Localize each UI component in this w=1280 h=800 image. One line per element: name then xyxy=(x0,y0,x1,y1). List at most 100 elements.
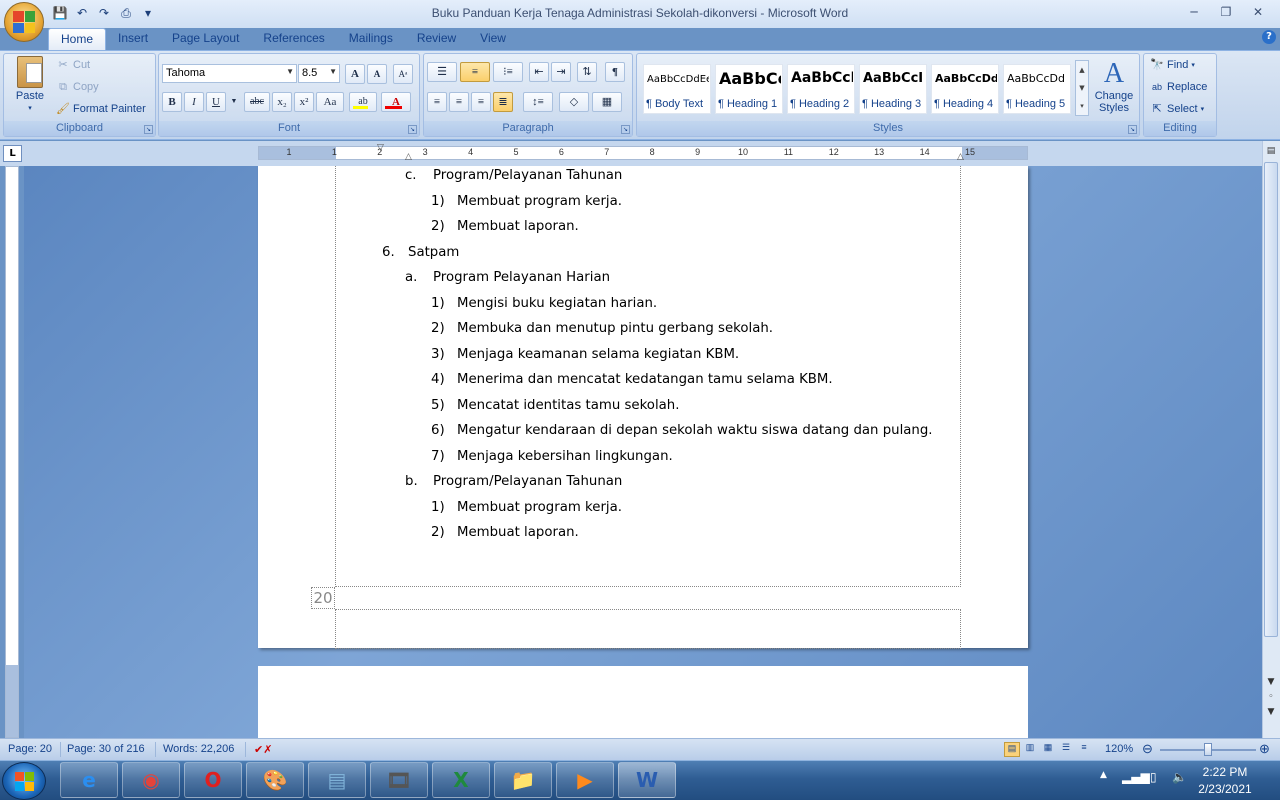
paragraph-launcher-icon[interactable]: ↘ xyxy=(621,125,630,134)
replace-button[interactable]: ab Replace xyxy=(1150,80,1207,94)
print-layout-icon[interactable]: ▤ xyxy=(1004,742,1020,757)
bullets-icon[interactable]: ☰ xyxy=(427,62,457,82)
sort-icon[interactable]: ⇅ xyxy=(577,62,597,82)
increase-indent-icon[interactable]: ⇥ xyxy=(551,62,571,82)
right-indent-icon[interactable]: △ xyxy=(957,152,964,162)
hanging-indent-icon[interactable]: △ xyxy=(405,152,412,162)
shrink-font-button[interactable]: A xyxy=(367,64,387,84)
document-page[interactable]: 20 c. Program/Pelayanan Tahunan 1) Membuat … xyxy=(258,166,1028,649)
font-size-combo[interactable]: 8.5 ▼ xyxy=(298,64,340,83)
start-button[interactable] xyxy=(2,762,46,800)
change-styles-button[interactable]: A Change Styles xyxy=(1091,58,1137,114)
style-heading-4[interactable]: AaBbCcDd ¶ Heading 4 xyxy=(931,64,999,114)
status-page[interactable]: Page: 20 xyxy=(8,743,52,755)
copy-button[interactable]: ⧉ Copy xyxy=(56,80,99,94)
proofing-icon[interactable]: ✔✗ xyxy=(254,743,272,756)
subscript-button[interactable]: x₂ xyxy=(272,92,292,112)
zoom-in-icon[interactable]: ⊕ xyxy=(1259,741,1270,757)
format-painter-button[interactable]: 🖌 Format Painter xyxy=(56,102,146,116)
taskbar-paint-button[interactable]: 🎨 xyxy=(246,762,304,798)
taskbar-media-button[interactable]: 🎞 xyxy=(370,762,428,798)
taskbar-folder-button[interactable]: 📁 xyxy=(494,762,552,798)
taskbar-chrome-button[interactable]: ◉ xyxy=(122,762,180,798)
cut-button[interactable]: ✂ Cut xyxy=(56,58,90,72)
clipboard-launcher-icon[interactable]: ↘ xyxy=(144,125,153,134)
vertical-ruler[interactable] xyxy=(5,166,19,738)
maximize-icon[interactable]: ❐ xyxy=(1214,4,1238,20)
multilevel-list-icon[interactable]: ⁝≡ xyxy=(493,62,523,82)
tab-insert[interactable]: Insert xyxy=(106,28,160,50)
status-page-of[interactable]: Page: 30 of 216 xyxy=(67,743,145,755)
office-button[interactable] xyxy=(4,2,44,42)
battery-icon[interactable]: ▯ xyxy=(1150,770,1157,784)
align-center-icon[interactable]: ≡ xyxy=(449,92,469,112)
styles-gallery-scroll[interactable]: ▲ ▼ ▾ xyxy=(1075,60,1089,116)
taskbar-excel-button[interactable]: X xyxy=(432,762,490,798)
tab-page-layout[interactable]: Page Layout xyxy=(160,28,251,50)
zoom-level[interactable]: 120% xyxy=(1105,743,1133,755)
paste-button[interactable]: Paste ▾ xyxy=(10,56,50,112)
shading-icon[interactable]: ◇ xyxy=(559,92,589,112)
scroll-nav-buttons[interactable]: ▼ ◦ ▼ xyxy=(1264,675,1278,720)
document-page-next[interactable] xyxy=(258,666,1028,738)
underline-button[interactable]: U xyxy=(206,92,226,112)
scrollbar-thumb[interactable] xyxy=(1264,162,1278,637)
full-screen-reading-icon[interactable]: ▥ xyxy=(1022,742,1038,757)
tab-view[interactable]: View xyxy=(468,28,518,50)
change-case-button[interactable]: Aa xyxy=(316,92,344,112)
numbering-icon[interactable]: ≡ xyxy=(460,62,490,82)
taskbar-word-button[interactable]: W xyxy=(618,762,676,798)
justify-icon[interactable]: ≣ xyxy=(493,92,513,112)
show-hide-pilcrow-icon[interactable]: ¶ xyxy=(605,62,625,82)
style-heading-5[interactable]: AaBbCcDd ¶ Heading 5 xyxy=(1003,64,1071,114)
superscript-button[interactable]: x² xyxy=(294,92,314,112)
tab-home[interactable]: Home xyxy=(48,28,107,50)
find-button[interactable]: 🔭 Find ▾ xyxy=(1150,58,1195,72)
draft-icon[interactable]: ≡ xyxy=(1076,742,1092,757)
chevron-down-icon[interactable]: ▼ xyxy=(228,92,240,112)
font-launcher-icon[interactable]: ↘ xyxy=(408,125,417,134)
tab-references[interactable]: References xyxy=(251,28,336,50)
decrease-indent-icon[interactable]: ⇤ xyxy=(529,62,549,82)
grow-font-button[interactable]: A xyxy=(345,64,365,84)
bold-button[interactable]: B xyxy=(162,92,182,112)
align-right-icon[interactable]: ≡ xyxy=(471,92,491,112)
help-icon[interactable]: ? xyxy=(1262,30,1276,44)
zoom-slider-thumb[interactable] xyxy=(1204,743,1212,756)
borders-icon[interactable]: ▦ xyxy=(592,92,622,112)
zoom-out-icon[interactable]: ⊖ xyxy=(1142,741,1153,757)
minimize-icon[interactable]: ─ xyxy=(1182,4,1206,20)
list-marker: 5) xyxy=(431,397,445,413)
clock[interactable]: 2:22 PM 2/23/2021 xyxy=(1180,764,1270,798)
tab-selector-button[interactable]: L xyxy=(3,145,22,162)
close-icon[interactable]: ✕ xyxy=(1246,4,1270,20)
strikethrough-button[interactable]: abc xyxy=(244,92,270,112)
taskbar-internet-explorer-button[interactable]: e xyxy=(60,762,118,798)
tab-mailings[interactable]: Mailings xyxy=(337,28,405,50)
styles-launcher-icon[interactable]: ↘ xyxy=(1128,125,1137,134)
clear-formatting-icon[interactable]: Aᵃ xyxy=(393,64,413,84)
style-heading-1[interactable]: AaBbCc ¶ Heading 1 xyxy=(715,64,783,114)
tab-review[interactable]: Review xyxy=(405,28,468,50)
font-color-icon[interactable]: A xyxy=(381,92,411,112)
align-left-icon[interactable]: ≡ xyxy=(427,92,447,112)
horizontal-ruler[interactable]: 1 1 2 3 4 5 6 7 8 9 10 11 12 13 14 15 ▽ △ △ xyxy=(258,143,1028,162)
italic-button[interactable]: I xyxy=(184,92,204,112)
style-heading-3[interactable]: AaBbCcI ¶ Heading 3 xyxy=(859,64,927,114)
view-ruler-icon[interactable]: ▤ xyxy=(1264,146,1278,160)
taskbar-video-player-button[interactable]: ▶ xyxy=(556,762,614,798)
network-icon[interactable]: ▂▄▆ xyxy=(1122,770,1150,784)
taskbar-opera-button[interactable]: O xyxy=(184,762,242,798)
font-name-combo[interactable]: Tahoma ▼ xyxy=(162,64,297,83)
taskbar-notepad-button[interactable]: ▤ xyxy=(308,762,366,798)
style-heading-2[interactable]: AaBbCcI ¶ Heading 2 xyxy=(787,64,855,114)
show-hidden-icons[interactable]: ▲ xyxy=(1100,770,1107,780)
highlight-icon[interactable]: ab xyxy=(349,92,377,112)
line-spacing-icon[interactable]: ↕≡ xyxy=(523,92,553,112)
style-body-text[interactable]: AaBbCcDdEe ¶ Body Text xyxy=(643,64,711,114)
select-button[interactable]: ⇱ Select ▾ xyxy=(1150,102,1204,116)
outline-icon[interactable]: ☰ xyxy=(1058,742,1074,757)
web-layout-icon[interactable]: ▦ xyxy=(1040,742,1056,757)
status-word-count[interactable]: Words: 22,206 xyxy=(163,743,234,755)
first-line-indent-icon[interactable]: ▽ xyxy=(377,143,384,153)
